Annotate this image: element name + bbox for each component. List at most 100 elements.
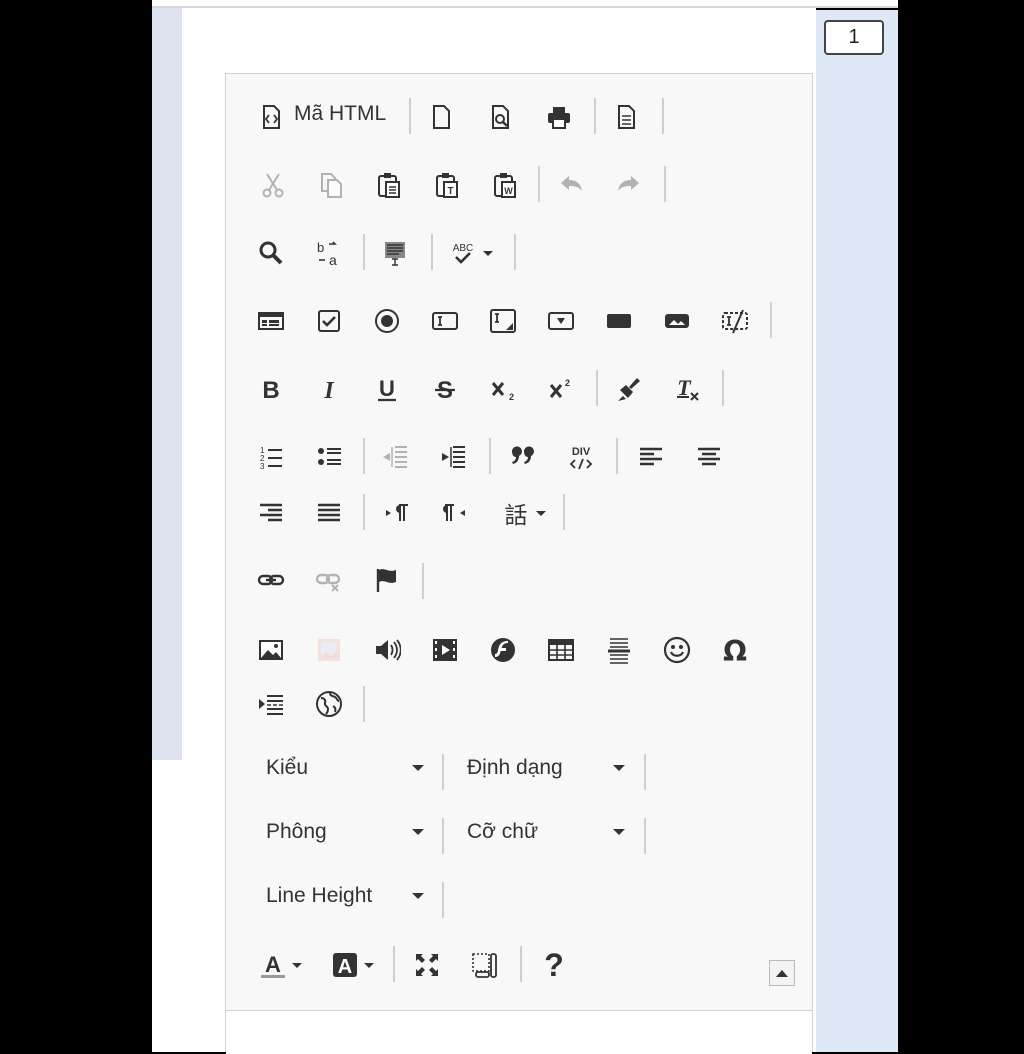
smiley-icon[interactable] (660, 633, 694, 667)
left-gutter-lower (152, 760, 182, 1052)
chevron-down-icon (412, 893, 424, 899)
special-char-omega-icon[interactable]: Ω (718, 633, 752, 667)
checkbox-icon[interactable] (312, 304, 346, 338)
font-dropdown-label: Phông (266, 820, 327, 843)
remove-format-icon[interactable]: T (670, 372, 704, 406)
horizontal-line-icon[interactable] (602, 633, 636, 667)
underline-icon[interactable]: U (370, 372, 404, 406)
anchor-flag-icon[interactable] (370, 563, 404, 597)
superscript-icon[interactable]: 2 (544, 372, 578, 406)
div-container-icon[interactable]: DIV (564, 440, 598, 474)
paste-text-icon[interactable]: T (430, 168, 464, 202)
text-direction-ltr-icon[interactable] (380, 496, 414, 530)
select-all-icon[interactable] (378, 236, 412, 270)
language-icon[interactable]: 話 (496, 496, 550, 530)
italic-icon[interactable]: I (312, 372, 346, 406)
hidden-field-icon[interactable] (718, 304, 752, 338)
bold-icon[interactable]: B (254, 372, 288, 406)
separator (520, 946, 522, 982)
spellcheck-text: ABC (453, 243, 474, 254)
iframe-globe-icon[interactable] (312, 687, 346, 721)
image-icon[interactable] (254, 633, 288, 667)
styles-dropdown-label: Kiểu (266, 756, 309, 779)
unlink-icon[interactable] (312, 563, 346, 597)
collapse-toolbar-button[interactable] (769, 960, 795, 986)
spellcheck-icon[interactable]: ABC (444, 236, 496, 270)
svg-text:B: B (262, 377, 279, 403)
line-height-dropdown[interactable]: Line Height (266, 878, 424, 914)
show-blocks-icon[interactable] (468, 948, 502, 982)
image-button-icon[interactable] (660, 304, 694, 338)
separator (563, 494, 565, 530)
separator (363, 494, 365, 530)
button-field-icon[interactable] (602, 304, 636, 338)
text-color-button[interactable]: A (254, 948, 306, 982)
copy-icon[interactable] (314, 168, 348, 202)
format-dropdown[interactable]: Định dạng (467, 750, 625, 786)
preview-icon[interactable] (483, 100, 517, 134)
svg-text:U: U (379, 376, 395, 401)
separator (664, 166, 666, 202)
rich-text-editor: Mã HTML T W ba ABC B I U S 2 2 T 1 2 3 D… (225, 73, 813, 1054)
subscript-icon[interactable]: 2 (486, 372, 520, 406)
editor-content-area[interactable] (226, 1010, 812, 1054)
find-icon[interactable] (254, 236, 288, 270)
triangle-up-icon (776, 969, 788, 977)
justify-icon[interactable] (312, 496, 346, 530)
font-dropdown[interactable]: Phông (266, 814, 424, 850)
bulleted-list-icon[interactable] (312, 440, 346, 474)
svg-text:W: W (504, 186, 513, 196)
source-button-label[interactable]: Mã HTML (294, 96, 386, 132)
image-alt-icon[interactable] (312, 633, 346, 667)
video-icon[interactable] (428, 633, 462, 667)
radio-icon[interactable] (370, 304, 404, 338)
chevron-down-icon (412, 765, 424, 771)
cut-icon[interactable] (256, 168, 290, 202)
separator (422, 563, 424, 599)
outdent-icon[interactable] (378, 440, 412, 474)
audio-icon[interactable] (370, 633, 404, 667)
separator (363, 438, 365, 474)
link-icon[interactable] (254, 563, 288, 597)
styles-dropdown[interactable]: Kiểu (266, 750, 424, 786)
undo-icon[interactable] (554, 168, 588, 202)
top-edge (152, 0, 898, 8)
replace-icon[interactable]: ba (312, 236, 346, 270)
maximize-icon[interactable] (410, 948, 444, 982)
align-center-icon[interactable] (692, 440, 726, 474)
paste-word-icon[interactable]: W (488, 168, 522, 202)
align-left-icon[interactable] (634, 440, 668, 474)
source-code-icon[interactable] (254, 100, 288, 134)
separator (538, 166, 540, 202)
size-dropdown-label: Cỡ chữ (467, 820, 539, 843)
templates-icon[interactable] (609, 100, 643, 134)
indent-icon[interactable] (436, 440, 470, 474)
form-icon[interactable] (254, 304, 288, 338)
textarea-icon[interactable] (486, 304, 520, 338)
numbered-list-icon[interactable]: 123 (254, 440, 288, 474)
separator (489, 438, 491, 474)
align-right-icon[interactable] (254, 496, 288, 530)
select-field-icon[interactable] (544, 304, 578, 338)
blockquote-icon[interactable] (506, 440, 540, 474)
table-icon[interactable] (544, 633, 578, 667)
background-color-button[interactable]: A (326, 948, 378, 982)
page-break-icon[interactable] (254, 687, 288, 721)
paste-icon[interactable] (372, 168, 406, 202)
size-dropdown[interactable]: Cỡ chữ (467, 814, 625, 850)
page-number-box[interactable]: 1 (824, 20, 884, 55)
print-icon[interactable] (542, 100, 576, 134)
flash-icon[interactable] (486, 633, 520, 667)
strikethrough-icon[interactable]: S (428, 372, 462, 406)
copy-format-brush-icon[interactable] (612, 372, 646, 406)
redo-icon[interactable] (612, 168, 646, 202)
text-direction-rtl-icon[interactable] (438, 496, 472, 530)
separator (770, 302, 772, 338)
help-icon[interactable]: ? (537, 947, 571, 983)
text-field-icon[interactable] (428, 304, 462, 338)
new-page-icon[interactable] (424, 100, 458, 134)
dropdown-arrow-icon (483, 250, 493, 256)
left-gutter (152, 0, 182, 760)
svg-text:A: A (338, 956, 352, 978)
format-dropdown-label: Định dạng (467, 756, 563, 779)
